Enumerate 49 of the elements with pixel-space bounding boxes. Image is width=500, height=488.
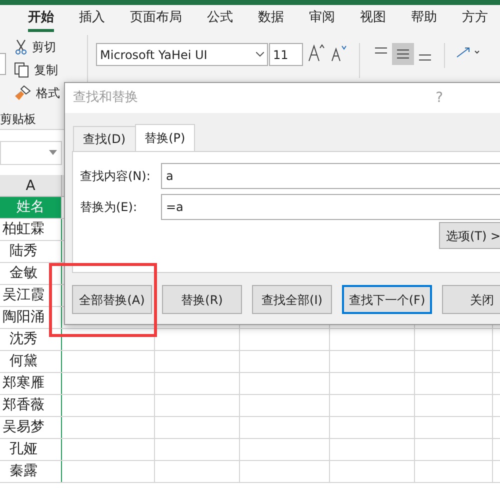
table-cell: 金敏 — [0, 263, 62, 284]
ribbon-tab[interactable]: 审阅 — [309, 8, 335, 32]
dropdown-arrow-icon[interactable] — [49, 150, 57, 155]
cut-label[interactable]: 剪切 — [32, 38, 56, 56]
ribbon-tab[interactable]: 插入 — [79, 8, 105, 32]
ribbon-tab[interactable]: 页面布局 — [130, 8, 182, 32]
table-cell: 吴易梦 — [0, 417, 62, 438]
dialog-button[interactable]: 查找下一个(F) — [342, 285, 432, 314]
table-cell: 沈秀 — [0, 329, 62, 350]
format-painter-label[interactable]: 格式 — [36, 84, 60, 102]
table-cell: 陶阳涌 — [0, 307, 62, 328]
ribbon-tab[interactable]: 开始 — [28, 8, 54, 32]
chevron-down-icon[interactable] — [256, 52, 264, 57]
font-size-field[interactable]: 11 — [269, 43, 303, 66]
dialog-button[interactable]: 全部替换(A) — [72, 285, 152, 314]
group-label: 剪贴板 — [0, 111, 36, 128]
shrink-font-icon[interactable] — [330, 43, 348, 63]
ribbon-tab[interactable]: 方方 — [462, 8, 488, 32]
ribbon-tab[interactable]: 帮助 — [411, 8, 437, 32]
ribbon-tab[interactable]: 数据 — [258, 8, 284, 32]
table-cell: 秦露 — [0, 461, 62, 482]
header-cell: 姓名 — [0, 197, 62, 218]
scissors-icon — [14, 39, 28, 55]
column-header[interactable]: A — [0, 175, 62, 196]
dialog-button[interactable]: 关闭 — [442, 285, 500, 314]
input-field[interactable]: =a — [161, 194, 500, 220]
table-cell: 柏虹霖 — [0, 219, 62, 240]
table-cell: 郑香薇 — [0, 395, 62, 416]
table-cell: 郑寒雁 — [0, 373, 62, 394]
table-cell: 何黛 — [0, 351, 62, 372]
options-button[interactable]: 选项(T) > — [439, 222, 500, 249]
copy-icon — [14, 62, 30, 78]
window-title: 查找和替换 — [73, 89, 138, 108]
grow-font-icon[interactable] — [307, 43, 325, 63]
ribbon-tab[interactable]: 公式 — [207, 8, 233, 32]
input-field[interactable]: a — [161, 163, 500, 189]
copy-label[interactable]: 复制 — [34, 61, 58, 79]
table-cell: 陆秀 — [0, 241, 62, 262]
table-cell: 孔娅 — [0, 439, 62, 460]
font-name-field[interactable]: Microsoft YaHei UI — [96, 43, 268, 66]
table-cell: 吴江霞 — [0, 285, 62, 306]
dialog-tab[interactable]: 替换(P) — [134, 124, 196, 152]
dialog-button[interactable]: 查找全部(I) — [252, 285, 332, 314]
field-label: 查找内容(N): — [80, 168, 152, 185]
field-label: 替换为(E): — [80, 199, 138, 216]
ribbon-tab[interactable]: 视图 — [360, 8, 386, 32]
paintbrush-icon — [14, 85, 32, 101]
dialog-button[interactable]: 替换(R) — [162, 285, 242, 314]
align-middle-icon[interactable] — [392, 43, 414, 65]
